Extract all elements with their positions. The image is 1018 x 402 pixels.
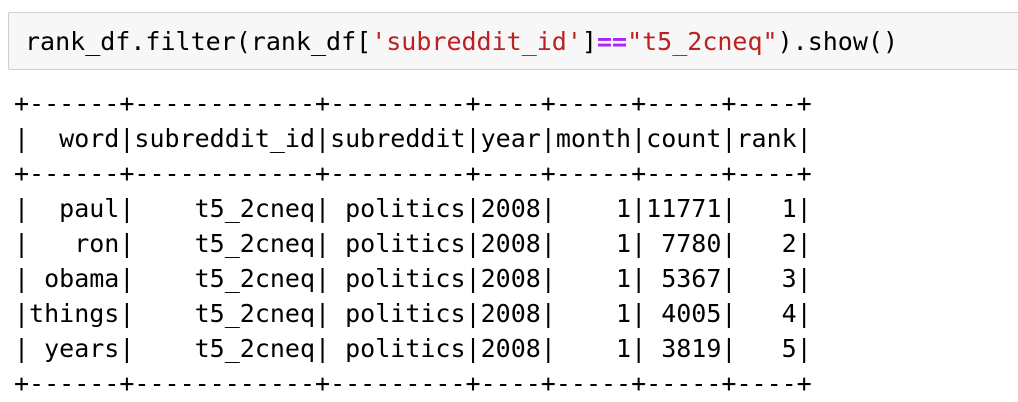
code-cell-input[interactable]: rank_df.filter(rank_df['subreddit_id']==…: [8, 12, 1018, 70]
table-row: | years| t5_2cneq| politics|2008| 1| 381…: [14, 334, 812, 363]
cell-output: +------+------------+---------+----+----…: [14, 86, 812, 401]
code-suffix: ).show(): [777, 27, 899, 56]
table-row: |things| t5_2cneq| politics|2008| 1| 400…: [14, 299, 812, 328]
table-header: | word|subreddit_id|subreddit|year|month…: [14, 124, 812, 153]
table-row: | paul| t5_2cneq| politics|2008| 1|11771…: [14, 194, 812, 223]
table-border-mid: +------+------------+---------+----+----…: [14, 159, 812, 188]
code-prefix: rank_df.filter(rank_df[: [25, 27, 372, 56]
code-closing-bracket: ]: [581, 27, 597, 56]
table-row: | ron| t5_2cneq| politics|2008| 1| 7780|…: [14, 229, 812, 258]
code-operator: ==: [596, 27, 628, 56]
table-border-top: +------+------------+---------+----+----…: [14, 89, 812, 118]
code-line: rank_df.filter(rank_df['subreddit_id']==…: [25, 25, 898, 59]
code-string-value: "t5_2cneq": [627, 27, 778, 56]
code-string-key: 'subreddit_id': [371, 27, 582, 56]
table-row: | obama| t5_2cneq| politics|2008| 1| 536…: [14, 264, 812, 293]
table-border-bottom: +------+------------+---------+----+----…: [14, 369, 812, 398]
